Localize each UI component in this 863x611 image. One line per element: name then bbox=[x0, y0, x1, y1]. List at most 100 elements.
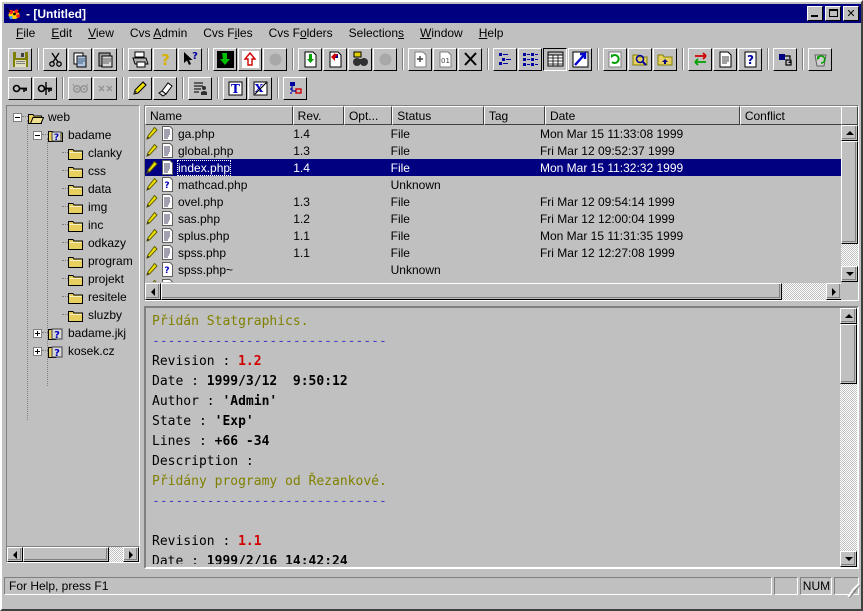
menu-cvs-files[interactable]: Cvs Files bbox=[195, 24, 260, 42]
print-button[interactable] bbox=[128, 48, 152, 71]
file-list-scroll-left-button[interactable] bbox=[145, 283, 161, 300]
table-row[interactable]: index.php1.4FileMon Mar 15 11:32:32 1999 bbox=[145, 159, 842, 176]
column-name[interactable]: Name bbox=[145, 106, 293, 125]
editors-button[interactable] bbox=[188, 77, 212, 100]
eraser-unedit-button[interactable] bbox=[153, 77, 177, 100]
context-help-button[interactable]: ? bbox=[178, 48, 202, 71]
tree-item-badame[interactable]: ?badame bbox=[7, 126, 139, 144]
table-row[interactable]: ?mathcad.phpUnknown bbox=[145, 176, 842, 193]
tree-item-badame-jkj[interactable]: ?badame.jkj bbox=[7, 324, 139, 342]
minimize-button[interactable] bbox=[807, 6, 823, 21]
table-row[interactable]: ?spss.php~Unknown bbox=[145, 261, 842, 278]
revision-graph-button[interactable] bbox=[283, 77, 307, 100]
table-row[interactable]: statgraphics.php1.1FileMon Mar 15 11:08:… bbox=[145, 278, 842, 282]
resize-grip[interactable] bbox=[845, 582, 859, 596]
tree-scroll-right-button[interactable] bbox=[123, 547, 139, 562]
file-list-scroll-down-button[interactable] bbox=[841, 266, 858, 282]
tree-scroll-left-button[interactable] bbox=[7, 547, 23, 562]
put-file-button[interactable] bbox=[323, 48, 347, 71]
maximize-button[interactable] bbox=[825, 6, 841, 21]
tree-item-sluzby[interactable]: sluzby bbox=[7, 306, 139, 324]
menu-file[interactable]: File bbox=[8, 24, 43, 42]
log-view[interactable]: Přidán Statgraphics.--------------------… bbox=[144, 306, 859, 569]
log-button[interactable] bbox=[713, 48, 737, 71]
add-binary-file-button[interactable]: 01 bbox=[433, 48, 457, 71]
column-tag[interactable]: Tag bbox=[484, 106, 545, 125]
recycle-button[interactable] bbox=[808, 48, 832, 71]
up-folder-button[interactable] bbox=[653, 48, 677, 71]
menu-edit[interactable]: Edit bbox=[43, 24, 80, 42]
tree-item-img[interactable]: img bbox=[7, 198, 139, 216]
tree-collapse-icon[interactable] bbox=[13, 113, 22, 122]
table-row[interactable]: spss.php1.1FileFri Mar 12 12:27:08 1999 bbox=[145, 244, 842, 261]
tree-expand-icon[interactable] bbox=[33, 329, 42, 338]
table-row[interactable]: splus.php1.1FileMon Mar 15 11:31:35 1999 bbox=[145, 227, 842, 244]
tree-horizontal-scrollbar[interactable] bbox=[6, 546, 140, 563]
table-row[interactable]: global.php1.3FileFri Mar 12 09:52:37 199… bbox=[145, 142, 842, 159]
menu-window[interactable]: Window bbox=[412, 24, 471, 42]
text-mode-button[interactable]: T bbox=[223, 77, 247, 100]
column-opt[interactable]: Opt... bbox=[344, 106, 392, 125]
sync-button[interactable] bbox=[688, 48, 712, 71]
cut-button[interactable] bbox=[43, 48, 67, 71]
file-list-scroll-right-button[interactable] bbox=[826, 283, 842, 300]
dot-button-1[interactable] bbox=[263, 48, 287, 71]
file-list-hscroll-thumb[interactable] bbox=[161, 283, 782, 300]
column-status[interactable]: Status bbox=[392, 106, 484, 125]
tree-scroll-thumb[interactable] bbox=[23, 547, 109, 562]
tree-item-projekt[interactable]: projekt bbox=[7, 270, 139, 288]
find-binoculars-button[interactable] bbox=[348, 48, 372, 71]
menu-selections[interactable]: Selections bbox=[341, 24, 412, 42]
tree-item-inc[interactable]: inc bbox=[7, 216, 139, 234]
properties-button[interactable] bbox=[773, 48, 797, 71]
tree-item-data[interactable]: data bbox=[7, 180, 139, 198]
log-scroll-thumb[interactable] bbox=[840, 324, 857, 384]
browse-button[interactable] bbox=[628, 48, 652, 71]
copy-button[interactable] bbox=[68, 48, 92, 71]
status-help-button[interactable]: ? bbox=[738, 48, 762, 71]
tree-collapse-icon[interactable] bbox=[33, 131, 42, 140]
menu-view[interactable]: View bbox=[80, 24, 122, 42]
dot-button-2[interactable] bbox=[373, 48, 397, 71]
table-row[interactable]: sas.php1.2FileFri Mar 12 12:00:04 1999 bbox=[145, 210, 842, 227]
close-button[interactable]: ✕ bbox=[843, 6, 859, 21]
view-large-icons-button[interactable] bbox=[568, 48, 592, 71]
save-button[interactable] bbox=[8, 48, 32, 71]
column-date[interactable]: Date bbox=[545, 106, 740, 125]
tree-item-resitele[interactable]: resitele bbox=[7, 288, 139, 306]
view-details-button[interactable] bbox=[543, 48, 567, 71]
menu-cvs-admin[interactable]: Cvs Admin bbox=[122, 24, 195, 42]
add-file-button[interactable] bbox=[408, 48, 432, 71]
tree-item-kosek-cz[interactable]: ?kosek.cz bbox=[7, 342, 139, 360]
tree-expand-icon[interactable] bbox=[33, 347, 42, 356]
remove-file-button[interactable] bbox=[458, 48, 482, 71]
file-list[interactable]: NameRev.Opt...StatusTagDateConflict ga.p… bbox=[144, 105, 859, 301]
about-button[interactable]: ? bbox=[153, 48, 177, 71]
menu-cvs-folders[interactable]: Cvs Folders bbox=[261, 24, 341, 42]
folder-tree[interactable]: web?badameclankycssdataimgincodkazyprogr… bbox=[6, 105, 140, 555]
pencil-edit-button[interactable] bbox=[128, 77, 152, 100]
table-row[interactable]: ga.php1.4FileMon Mar 15 11:33:08 1999 bbox=[145, 125, 842, 142]
menu-help[interactable]: Help bbox=[471, 24, 512, 42]
log-vertical-scrollbar[interactable] bbox=[840, 308, 857, 567]
tree-item-web[interactable]: web bbox=[7, 108, 139, 126]
watch-off-button[interactable] bbox=[93, 77, 117, 100]
refresh-button[interactable] bbox=[603, 48, 627, 71]
view-list-button[interactable] bbox=[518, 48, 542, 71]
tree-item-clanky[interactable]: clanky bbox=[7, 144, 139, 162]
file-list-header[interactable]: NameRev.Opt...StatusTagDateConflict bbox=[145, 106, 858, 125]
file-list-body[interactable]: ga.php1.4FileMon Mar 15 11:33:08 1999glo… bbox=[145, 125, 842, 282]
unlock-button[interactable] bbox=[33, 77, 57, 100]
log-scroll-down-button[interactable] bbox=[840, 551, 857, 567]
column-rev[interactable]: Rev. bbox=[293, 106, 344, 125]
get-file-button[interactable] bbox=[298, 48, 322, 71]
binary-mode-button[interactable]: X bbox=[248, 77, 272, 100]
view-small-icons-button[interactable] bbox=[493, 48, 517, 71]
file-list-scroll-thumb[interactable] bbox=[841, 141, 858, 244]
file-list-vertical-scrollbar[interactable] bbox=[841, 125, 858, 282]
file-list-scroll-up-button[interactable] bbox=[841, 125, 858, 141]
tree-item-program[interactable]: program bbox=[7, 252, 139, 270]
lock-button[interactable] bbox=[8, 77, 32, 100]
checkout-button[interactable] bbox=[213, 48, 237, 71]
paste-button[interactable] bbox=[93, 48, 117, 71]
